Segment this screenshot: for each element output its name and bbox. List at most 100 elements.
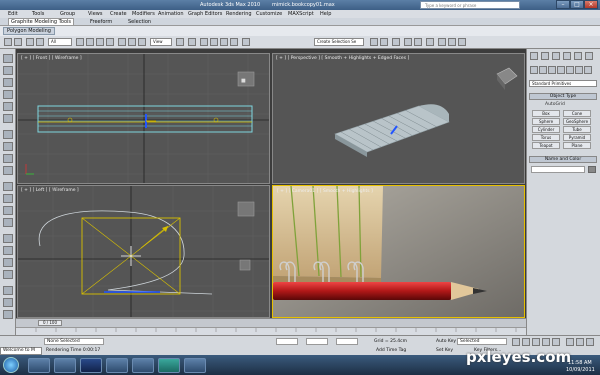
redo-icon[interactable]: [14, 38, 22, 46]
pan-icon[interactable]: [576, 338, 584, 346]
torus-button[interactable]: Torus: [532, 134, 560, 141]
align-icon[interactable]: [380, 38, 388, 46]
menu-rendering[interactable]: Rendering: [226, 11, 252, 17]
connect-icon[interactable]: [3, 182, 13, 191]
menu-modifiers[interactable]: Modifiers: [132, 11, 155, 17]
frame-counter[interactable]: 0 / 100: [38, 320, 62, 326]
angle-snap-icon[interactable]: [210, 38, 218, 46]
media-player-taskbar-icon[interactable]: [106, 358, 128, 373]
hierarchy-tab-icon[interactable]: [552, 52, 560, 60]
autogrid-checkbox[interactable]: AutoGrid: [545, 102, 565, 107]
mirror-icon[interactable]: [370, 38, 378, 46]
go-to-end-icon[interactable]: [552, 338, 560, 346]
photoshop-taskbar-icon[interactable]: [80, 358, 102, 373]
undo-icon[interactable]: [4, 38, 12, 46]
motion-tab-icon[interactable]: [563, 52, 571, 60]
display-tab-icon[interactable]: [574, 52, 582, 60]
edge-icon[interactable]: [3, 78, 13, 87]
menu-tools[interactable]: Tools: [32, 11, 44, 17]
sphere-button[interactable]: Sphere: [532, 118, 560, 125]
tab-selection[interactable]: Selection: [128, 19, 151, 25]
align-view-icon[interactable]: [3, 298, 13, 307]
unlink-icon[interactable]: [36, 38, 44, 46]
spinner-snap-icon[interactable]: [230, 38, 238, 46]
pyramid-button[interactable]: Pyramid: [563, 134, 591, 141]
camera-viewport-label[interactable]: [ + ] [ Camera01 ] [ Smooth + Highlights…: [277, 188, 373, 194]
menu-views[interactable]: Views: [88, 11, 102, 17]
camera-viewport[interactable]: [ + ] [ Camera01 ] [ Smooth + Highlights…: [272, 185, 525, 318]
menu-animation[interactable]: Animation: [158, 11, 184, 17]
primitive-type-select[interactable]: Standard Primitives: [529, 80, 597, 87]
rect-selection-icon[interactable]: [96, 38, 104, 46]
make-planar-icon[interactable]: [3, 286, 13, 295]
cone-button[interactable]: Cone: [563, 110, 591, 117]
target-weld-icon[interactable]: [3, 218, 13, 227]
z-coordinate-field[interactable]: [336, 338, 358, 345]
menu-graph-editors[interactable]: Graph Editors: [188, 11, 222, 17]
bevel-icon[interactable]: [3, 166, 13, 175]
tab-freeform[interactable]: Freeform: [90, 19, 112, 25]
minimize-button[interactable]: –: [556, 0, 570, 9]
menu-help[interactable]: Help: [320, 11, 331, 17]
vertex-icon[interactable]: [3, 66, 13, 75]
next-frame-icon[interactable]: [542, 338, 550, 346]
layer-manager-icon[interactable]: [392, 38, 400, 46]
cameras-icon[interactable]: [557, 66, 565, 74]
rendered-frame-icon[interactable]: [448, 38, 456, 46]
material-editor-icon[interactable]: [426, 38, 434, 46]
search-input[interactable]: Type a keyword or phrase: [420, 1, 520, 9]
menu-create[interactable]: Create: [110, 11, 127, 17]
explorer-taskbar-icon[interactable]: [28, 358, 50, 373]
cylinder-button[interactable]: Cylinder: [532, 126, 560, 133]
x-coordinate-field[interactable]: [276, 338, 298, 345]
perspective-viewport[interactable]: [ + ] [ Perspective ] [ Smooth + Highlig…: [272, 53, 525, 184]
add-time-tag-button[interactable]: Add Time Tag: [376, 348, 406, 353]
auto-key-button[interactable]: Auto Key: [436, 339, 456, 344]
edit-named-sets-icon[interactable]: [242, 38, 250, 46]
track-bar[interactable]: [16, 327, 526, 335]
snap-toggle-icon[interactable]: [200, 38, 208, 46]
relax-icon[interactable]: [3, 234, 13, 243]
select-object-icon[interactable]: [76, 38, 84, 46]
object-type-header[interactable]: Object Type: [529, 93, 597, 100]
box-button[interactable]: Box: [532, 110, 560, 117]
scale-icon[interactable]: [138, 38, 146, 46]
utilities-tab-icon[interactable]: [585, 52, 593, 60]
chamfer-icon[interactable]: [3, 194, 13, 203]
window-crossing-icon[interactable]: [106, 38, 114, 46]
polygon-modeling-button[interactable]: Polygon Modeling: [3, 27, 55, 35]
plane-button[interactable]: Plane: [563, 142, 591, 149]
pivot-icon[interactable]: [176, 38, 184, 46]
menu-maxscript[interactable]: MAXScript: [288, 11, 314, 17]
link-icon[interactable]: [26, 38, 34, 46]
named-selection-select[interactable]: Create Selection Se: [314, 38, 364, 46]
menu-edit[interactable]: Edit: [8, 11, 18, 17]
teapot-button[interactable]: Teapot: [532, 142, 560, 149]
geometry-icon[interactable]: [530, 66, 538, 74]
orbit-icon[interactable]: [586, 338, 594, 346]
border-icon[interactable]: [3, 90, 13, 99]
rotate-icon[interactable]: [128, 38, 136, 46]
zoom-icon[interactable]: [566, 338, 574, 346]
curve-editor-icon[interactable]: [404, 38, 412, 46]
percent-snap-icon[interactable]: [220, 38, 228, 46]
lights-icon[interactable]: [548, 66, 556, 74]
key-mode-select[interactable]: Selected: [457, 338, 507, 345]
modify-tab-icon[interactable]: [541, 52, 549, 60]
space-warps-icon[interactable]: [575, 66, 583, 74]
start-button-icon[interactable]: [3, 357, 19, 373]
element-icon[interactable]: [3, 114, 13, 123]
shapes-icon[interactable]: [539, 66, 547, 74]
subdivide-icon[interactable]: [3, 310, 13, 319]
meshsmooth-icon[interactable]: [3, 258, 13, 267]
name-and-color-header[interactable]: Name and Color: [529, 156, 597, 163]
time-slider[interactable]: 0 / 100: [16, 318, 526, 327]
reference-coord-select[interactable]: View: [150, 38, 172, 46]
geosphere-button[interactable]: GeoSphere: [563, 118, 591, 125]
app-taskbar-icon[interactable]: [184, 358, 206, 373]
tab-graphite-modeling-tools[interactable]: Graphite Modeling Tools: [8, 18, 75, 26]
folder-taskbar-icon[interactable]: [132, 358, 154, 373]
object-color-swatch[interactable]: [588, 166, 596, 173]
menu-group[interactable]: Group: [60, 11, 75, 17]
front-viewport[interactable]: [ + ] [ Front ] [ Wireframe ] ■: [17, 53, 270, 184]
